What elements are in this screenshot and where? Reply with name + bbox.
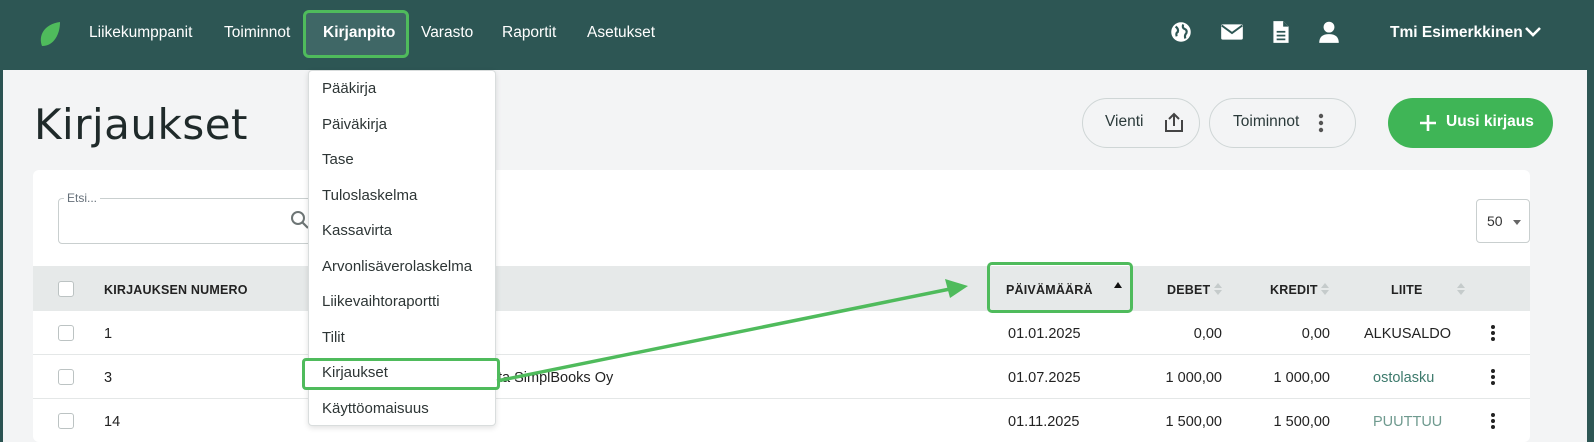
menu-item-kassavirta[interactable]: Kassavirta — [322, 222, 392, 239]
cell-debit: 0,00 — [1193, 326, 1222, 342]
caret-down-icon — [1513, 220, 1521, 225]
cell-date: 01.11.2025 — [1008, 414, 1080, 430]
export-button-label: Vienti — [1105, 113, 1144, 130]
actions-button[interactable]: Toiminnot — [1209, 98, 1356, 148]
sort-icon[interactable] — [1214, 283, 1222, 295]
menu-item-tuloslaskelma[interactable]: Tuloslaskelma — [322, 187, 417, 204]
column-header-attachment[interactable]: LIITE — [1391, 283, 1423, 297]
cell-date: 01.01.2025 — [1008, 326, 1081, 342]
menu-item-tilit[interactable]: Tilit — [322, 329, 345, 346]
sort-icon[interactable] — [1457, 283, 1465, 295]
globe-icon[interactable] — [1168, 19, 1194, 45]
cell-entry-number[interactable]: 1 — [104, 326, 112, 342]
cell-credit: 0,00 — [1301, 326, 1330, 342]
user-menu-name[interactable]: Tmi Esimerkkinen — [1390, 22, 1523, 44]
cell-date: 01.07.2025 — [1008, 370, 1081, 386]
cell-credit: 1 000,00 — [1273, 370, 1330, 386]
leaf-logo-icon[interactable] — [38, 20, 62, 48]
mail-icon[interactable] — [1219, 19, 1245, 45]
nav-item-toiminnot[interactable]: Toiminnot — [224, 22, 290, 44]
frame-edge — [1587, 70, 1594, 442]
user-icon[interactable] — [1316, 19, 1342, 45]
nav-item-kirjanpito[interactable]: Kirjanpito — [323, 22, 395, 44]
row-divider — [33, 398, 1530, 399]
cell-attachment: PUUTTUU — [1373, 414, 1443, 430]
cell-entry-number[interactable]: 14 — [104, 414, 120, 430]
plus-icon — [1420, 115, 1436, 131]
chevron-down-icon[interactable] — [1524, 25, 1542, 39]
per-page-value: 50 — [1487, 213, 1503, 229]
sort-icon[interactable] — [1321, 283, 1329, 295]
document-icon[interactable] — [1268, 19, 1294, 45]
row-checkbox[interactable] — [58, 369, 74, 385]
nav-item-asetukset[interactable]: Asetukset — [587, 22, 655, 44]
kebab-menu-icon — [1318, 113, 1324, 133]
column-header-debit[interactable]: DEBET — [1167, 283, 1210, 297]
cell-debit: 1 500,00 — [1165, 414, 1222, 430]
select-all-checkbox[interactable] — [58, 281, 74, 297]
page-title: Kirjaukset — [34, 100, 249, 149]
row-checkbox[interactable] — [58, 325, 74, 341]
menu-item-kayttoomaisuus[interactable]: Käyttöomaisuus — [322, 400, 429, 417]
column-header-number[interactable]: KIRJAUKSEN NUMERO — [104, 283, 248, 297]
menu-item-paivakirja[interactable]: Päiväkirja — [322, 116, 387, 133]
search-icon[interactable] — [290, 210, 310, 230]
row-divider — [33, 354, 1530, 355]
nav-item-liikekumppanit[interactable]: Liikekumppanit — [89, 22, 192, 44]
row-checkbox[interactable] — [58, 413, 74, 429]
nav-item-raportit[interactable]: Raportit — [502, 22, 556, 44]
column-header-credit[interactable]: KREDIT — [1270, 283, 1318, 297]
menu-item-liikevaihtoraportti[interactable]: Liikevaihtoraportti — [322, 293, 440, 310]
cell-attachment-link[interactable]: ostolasku — [1373, 370, 1434, 386]
row-menu-icon[interactable] — [1490, 412, 1496, 430]
cell-attachment: ALKUSALDO — [1364, 326, 1452, 342]
menu-item-kirjaukset[interactable]: Kirjaukset — [322, 364, 388, 381]
new-entry-button-label: Uusi kirjaus — [1446, 113, 1534, 130]
row-menu-icon[interactable] — [1490, 324, 1496, 342]
cell-description: ta SimplBooks Oy — [498, 370, 614, 386]
cell-entry-number[interactable]: 3 — [104, 370, 112, 386]
menu-item-arvonlisaverolaskelma[interactable]: Arvonlisäverolaskelma — [322, 258, 472, 275]
per-page-select[interactable]: 50 — [1476, 199, 1530, 243]
cell-credit: 1 500,00 — [1273, 414, 1330, 430]
search-label: Etsi... — [64, 191, 101, 205]
upload-icon — [1165, 112, 1183, 132]
nav-item-varasto[interactable]: Varasto — [421, 22, 473, 44]
new-entry-button[interactable]: Uusi kirjaus — [1388, 98, 1553, 148]
row-menu-icon[interactable] — [1490, 368, 1496, 386]
menu-item-tase[interactable]: Tase — [322, 151, 354, 168]
menu-item-paakirja[interactable]: Pääkirja — [322, 80, 376, 97]
actions-button-label: Toiminnot — [1233, 113, 1300, 130]
date-column-highlight — [987, 262, 1133, 313]
cell-debit: 1 000,00 — [1165, 370, 1222, 386]
export-button[interactable]: Vienti — [1082, 98, 1200, 148]
top-navigation-bar: Liikekumppanit Toiminnot Kirjanpito Vara… — [0, 0, 1594, 70]
